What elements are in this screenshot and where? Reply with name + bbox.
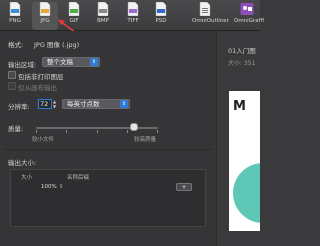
tiff-file-icon	[127, 2, 139, 16]
quality-max-label: 较高质量	[134, 137, 157, 143]
resolution-unit-value: 每英寸点数	[67, 100, 100, 108]
toolbar-item-label: JPG	[40, 18, 50, 24]
export-area-label: 输出区域:	[8, 61, 37, 69]
quality-tick	[36, 130, 37, 133]
preview-thumbnail: M	[229, 91, 260, 231]
quality-slider-track[interactable]	[36, 127, 158, 129]
toolbar-item-label: BMP	[97, 18, 109, 24]
size-stepper-icon[interactable]: ⇕	[59, 184, 64, 190]
export-settings-panel: 格式: JPG 图像 (.jpg) 输出区域: 整个文稿 ⇕ 包括非打印图层 仅…	[0, 31, 217, 246]
preview-title: 01入门图	[228, 47, 256, 55]
quality-tick	[97, 130, 98, 133]
include-nonprint-label: 包括非打印图层	[18, 73, 64, 81]
quality-tick	[66, 130, 67, 133]
include-nonprint-checkbox[interactable]	[8, 71, 16, 79]
chevron-updown-icon: ⇕	[120, 100, 128, 108]
gif-file-icon	[68, 2, 80, 16]
format-toolbar: PNG JPG GIF BMP TIFF PSD OmniOutliner Om…	[0, 0, 264, 31]
toolbar-item-omnigraffle[interactable]: OmniGraffl	[234, 2, 264, 30]
psd-file-icon	[155, 2, 167, 16]
toolbar-item-png[interactable]: PNG	[2, 2, 28, 30]
preview-letter: M	[233, 99, 246, 114]
preview-subtitle: 大小: 351	[228, 60, 256, 67]
toolbar-item-psd[interactable]: PSD	[148, 2, 174, 30]
export-area-value: 整个文稿	[47, 58, 73, 66]
canvas-only-label: 仅从画布输出	[18, 84, 57, 92]
bmp-file-icon	[97, 2, 109, 16]
format-value: JPG 图像 (.jpg)	[34, 41, 80, 49]
table-col-suffix: 名称后缀	[67, 175, 90, 181]
toolbar-item-bmp[interactable]: BMP	[90, 2, 116, 30]
table-col-size: 大小	[21, 175, 33, 181]
toolbar-item-omnioutliner[interactable]: OmniOutliner	[192, 2, 229, 30]
export-area-select[interactable]: 整个文稿 ⇕	[42, 57, 100, 67]
toolbar-item-tiff[interactable]: TIFF	[120, 2, 146, 30]
add-size-button[interactable]: +	[176, 183, 192, 191]
quality-slider-thumb[interactable]	[129, 123, 138, 131]
preview-graphic	[233, 163, 260, 223]
quality-label: 质量:	[8, 125, 24, 133]
chevron-updown-icon: ⇕	[90, 58, 98, 66]
table-row-size[interactable]: 100%	[41, 184, 57, 190]
quality-min-label: 较小文件	[32, 137, 55, 143]
toolbar-item-label: OmniGraffl	[234, 18, 264, 24]
resolution-unit-select[interactable]: 每英寸点数 ⇕	[62, 99, 130, 109]
omnioutliner-file-icon	[199, 2, 211, 16]
resolution-stepper[interactable]: ▲ ▼	[52, 99, 57, 109]
omnigraffle-icon	[240, 2, 254, 16]
divider	[4, 149, 212, 150]
jpg-file-icon	[39, 2, 51, 16]
canvas-only-checkbox[interactable]	[8, 82, 16, 90]
toolbar-item-label: PSD	[155, 18, 167, 24]
preview-pane: 01入门图 大小: 351 M	[217, 31, 260, 246]
format-label: 格式:	[8, 41, 24, 49]
toolbar-item-jpg[interactable]: JPG	[32, 2, 58, 30]
quality-tick	[157, 130, 158, 133]
output-size-table: 大小 名称后缀 100% ⇕ +	[10, 169, 206, 227]
quality-tick	[127, 130, 128, 133]
resolution-input[interactable]: 72	[38, 99, 52, 109]
toolbar-item-label: OmniOutliner	[192, 18, 229, 24]
toolbar-item-label: TIFF	[127, 18, 139, 24]
toolbar-item-label: PNG	[9, 18, 21, 24]
png-file-icon	[9, 2, 21, 16]
resolution-label: 分辨率:	[8, 103, 30, 111]
output-size-label: 输出大小:	[8, 159, 37, 167]
